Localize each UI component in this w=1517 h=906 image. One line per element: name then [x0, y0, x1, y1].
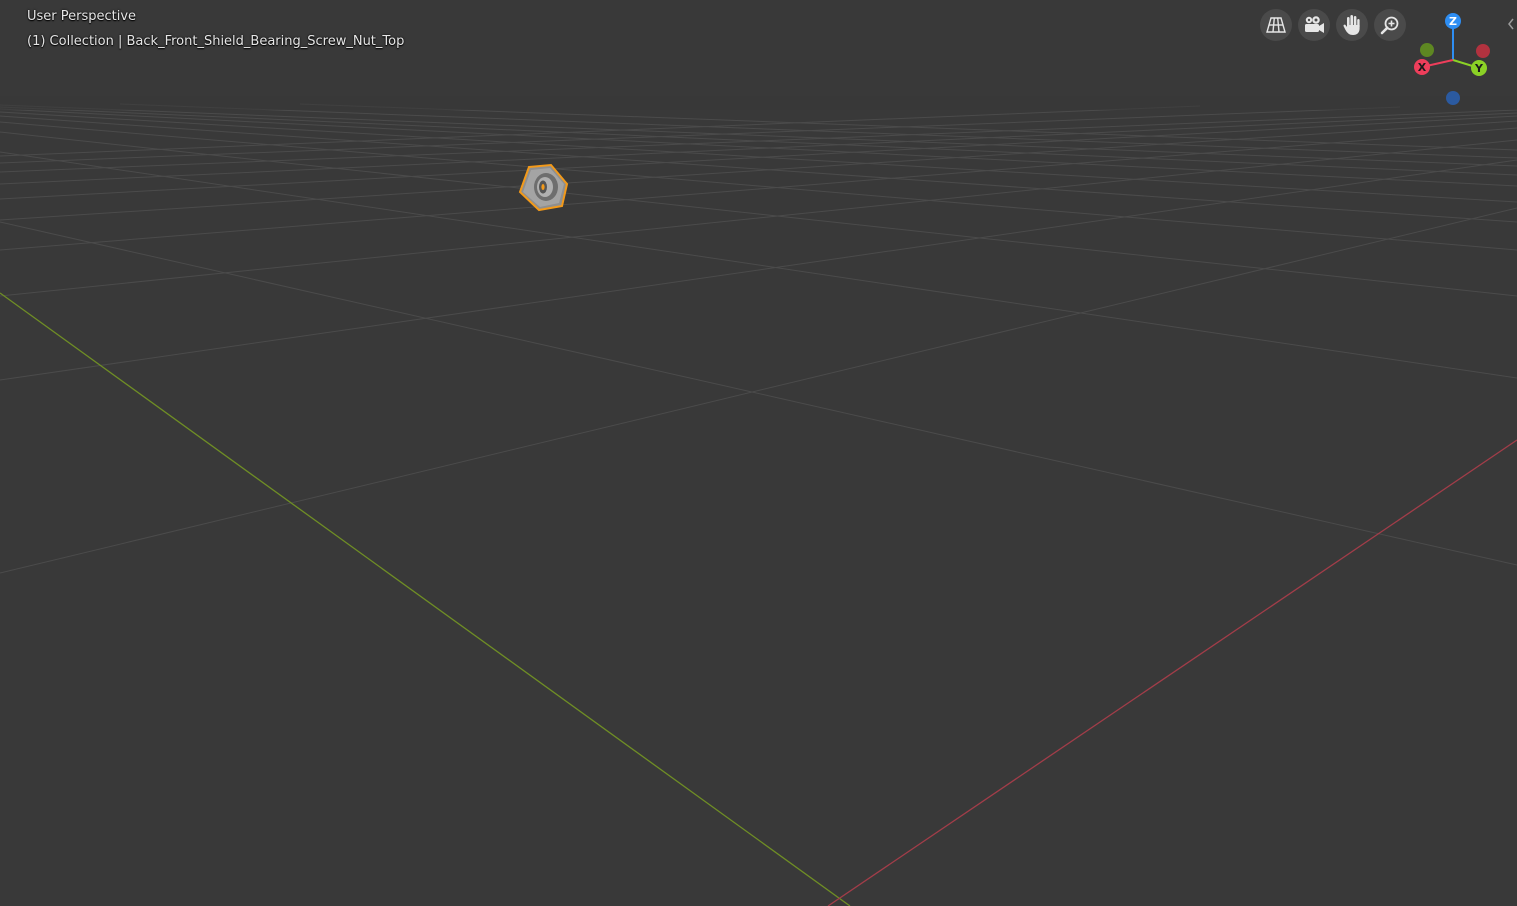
floor-grid — [0, 96, 1517, 906]
nut-mesh-object[interactable] — [515, 162, 571, 214]
neg-y-axis-handle — [1420, 43, 1434, 57]
active-object-label: (1) Collection | Back_Front_Shield_Beari… — [27, 34, 404, 50]
3d-viewport[interactable]: User Perspective (1) Collection | Back_F… — [0, 0, 1517, 906]
grid-line — [0, 221, 1517, 566]
axis-navigation-gizmo[interactable]: Z Y X — [1406, 6, 1506, 106]
grid-line — [0, 112, 1517, 185]
object-name-label: Back_Front_Shield_Bearing_Screw_Nut_Top — [126, 34, 405, 49]
x-axis-label: X — [1418, 61, 1427, 74]
label-separator: | — [113, 34, 127, 49]
grid-line — [0, 139, 1517, 297]
grid-icon — [1266, 17, 1286, 33]
neg-x-axis-handle — [1476, 44, 1490, 58]
chevron-left-icon — [1508, 18, 1514, 30]
y-axis-label: Y — [1474, 62, 1484, 75]
sidebar-toggle-button[interactable] — [1505, 16, 1517, 32]
grid-line — [0, 207, 1517, 574]
pan-view-button[interactable] — [1336, 9, 1368, 41]
zoom-view-button[interactable] — [1374, 9, 1406, 41]
grid-line — [0, 108, 1517, 187]
zoom-icon — [1380, 16, 1399, 35]
z-axis-label: Z — [1449, 15, 1457, 28]
neg-z-axis-handle — [1446, 91, 1460, 105]
collection-label: (1) Collection — [27, 34, 114, 49]
view-name-label: User Perspective — [27, 9, 137, 24]
grid-line — [0, 115, 1517, 223]
camera-view-button[interactable] — [1298, 9, 1330, 41]
x-axis-line — [827, 439, 1517, 906]
camera-icon — [1305, 16, 1324, 33]
hand-icon — [1343, 15, 1360, 35]
toggle-perspective-button[interactable] — [1260, 9, 1292, 41]
grid-line — [0, 159, 1517, 381]
